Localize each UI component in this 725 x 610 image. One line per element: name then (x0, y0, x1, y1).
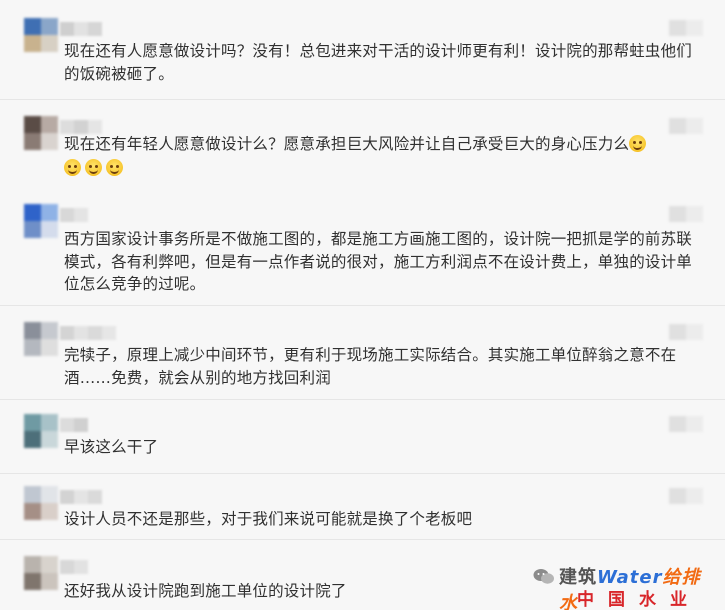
comment-item: 完犊子，原理上减少中间环节，更有利于现场施工实际结合。其实施工单位醉翁之意不在酒… (0, 322, 725, 400)
username-blurred (60, 326, 116, 340)
watermark: 建筑Water给排水 中国水业网 (533, 563, 713, 610)
username-blurred (60, 120, 102, 134)
username-blurred (60, 22, 102, 36)
like-button[interactable] (669, 206, 703, 222)
smiling-face-icon (629, 135, 647, 152)
avatar[interactable] (24, 18, 58, 52)
avatar[interactable] (24, 414, 58, 448)
comment-text: 设计人员不还是那些，对于我们来说可能就是换了个老板吧 (64, 510, 473, 528)
avatar[interactable] (24, 116, 58, 150)
comment-text: 现在还有年轻人愿意做设计么？愿意承担巨大风险并让自己承受巨大的身心压力么 (64, 133, 697, 156)
watermark-subtitle: 中国水业网 (577, 590, 701, 610)
avatar[interactable] (24, 204, 58, 238)
comment-item: 早该这么干了 (0, 414, 725, 474)
avatar[interactable] (24, 556, 58, 590)
smiling-face-icon (64, 159, 81, 176)
like-button[interactable] (669, 118, 703, 134)
username-blurred (60, 208, 88, 222)
comment-item: 现在还有人愿意做设计吗？没有！总包进来对干活的设计师更有利！设计院的那帮蛀虫他们… (0, 18, 725, 100)
avatar[interactable] (24, 486, 58, 520)
like-button[interactable] (669, 324, 703, 340)
comment-text: 现在还有人愿意做设计吗？没有！总包进来对干活的设计师更有利！设计院的那帮蛀虫他们… (64, 42, 693, 83)
smiling-face-icon (106, 159, 123, 176)
username-blurred (60, 560, 88, 574)
comment-item: 现在还有年轻人愿意做设计么？愿意承担巨大风险并让自己承受巨大的身心压力么 (0, 116, 725, 196)
comment-item: 西方国家设计事务所是不做施工图的，都是施工方画施工图的，设计院一把抓是学的前苏联… (0, 204, 725, 306)
like-button[interactable] (669, 20, 703, 36)
avatar[interactable] (24, 322, 58, 356)
comment-item: 设计人员不还是那些，对于我们来说可能就是换了个老板吧 (0, 486, 725, 540)
comment-text: 西方国家设计事务所是不做施工图的，都是施工方画施工图的，设计院一把抓是学的前苏联… (64, 230, 693, 293)
smiling-face-icon (85, 159, 102, 176)
comment-text: 早该这么干了 (64, 438, 159, 456)
like-button[interactable] (669, 488, 703, 504)
comment-text: 完犊子，原理上减少中间环节，更有利于现场施工实际结合。其实施工单位醉翁之意不在酒… (64, 346, 677, 387)
emoji-row (64, 158, 127, 177)
like-button[interactable] (669, 416, 703, 432)
username-blurred (60, 490, 102, 504)
username-blurred (60, 418, 88, 432)
wechat-icon (533, 569, 554, 584)
